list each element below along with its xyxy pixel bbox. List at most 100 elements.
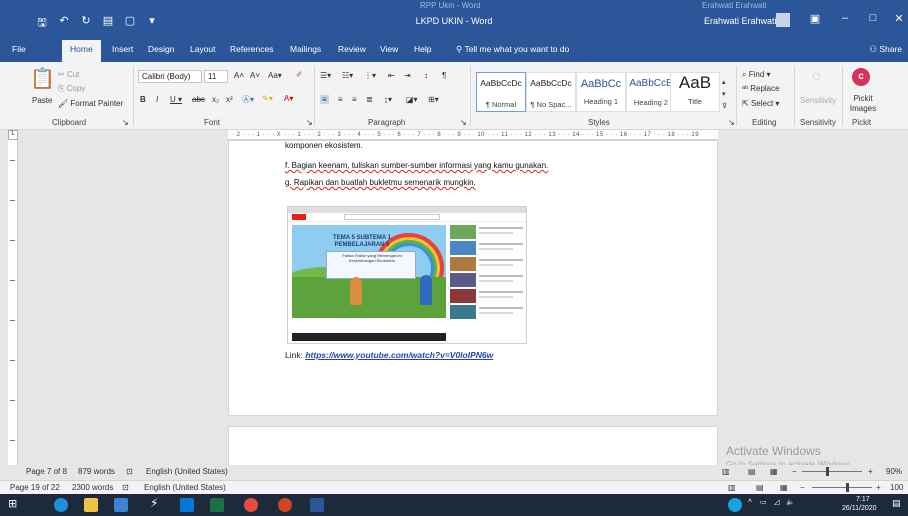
tab-insert[interactable]: Insert — [112, 44, 133, 54]
zoom-slider-thumb[interactable] — [826, 467, 829, 476]
highlight-color-icon[interactable]: ✎▾ — [262, 94, 273, 103]
embedded-youtube-screenshot[interactable]: TEMA 5 SUBTEMA 1 PEMBELAJARAN 6 Faktor-F… — [287, 206, 527, 344]
volume-icon[interactable]: 🔈 — [786, 498, 795, 506]
start-icon[interactable]: ⊞ — [8, 497, 17, 510]
sort-icon[interactable]: ↕ — [424, 71, 428, 80]
font-size-select[interactable]: 11 — [204, 70, 228, 83]
strikethrough-icon[interactable]: abc — [192, 95, 205, 104]
clock-time[interactable]: 7:17 — [856, 496, 870, 503]
next-page[interactable] — [228, 426, 718, 466]
align-center-icon[interactable]: ≡ — [338, 95, 343, 104]
line-spacing-icon[interactable]: ↨▾ — [384, 95, 392, 104]
tab-help[interactable]: Help — [414, 44, 431, 54]
edge-icon[interactable] — [54, 498, 68, 512]
word-icon[interactable] — [310, 498, 324, 512]
tab-view[interactable]: View — [380, 44, 398, 54]
ribbon-display-options-icon[interactable]: ▣ — [808, 12, 822, 25]
tab-references[interactable]: References — [230, 44, 273, 54]
replace-button[interactable]: ᵃᵇ Replace — [742, 84, 780, 93]
document-page[interactable]: komponen ekosistem. f. Bagian keenam, tu… — [228, 140, 718, 416]
styles-launcher-icon[interactable]: ↘ — [728, 118, 735, 127]
zoom-out-icon[interactable]: − — [792, 467, 797, 476]
minimize-icon[interactable]: – — [838, 12, 852, 24]
winamp-icon[interactable]: ⚡ — [150, 496, 158, 510]
clear-formatting-icon[interactable]: ✐ — [296, 70, 303, 79]
word-count[interactable]: 879 words — [78, 467, 115, 476]
zoom-slider[interactable] — [802, 471, 862, 472]
store-icon[interactable] — [114, 498, 128, 512]
tab-mailings[interactable]: Mailings — [290, 44, 321, 54]
justify-icon[interactable]: ≣ — [366, 95, 373, 104]
style-heading-1[interactable]: AaBbCc Heading 1 — [576, 72, 626, 112]
style-heading-2[interactable]: AaBbCcE Heading 2 — [626, 72, 676, 112]
tab-design[interactable]: Design — [148, 44, 174, 54]
tell-me-search[interactable]: ⚲ Tell me what you want to do — [456, 44, 569, 55]
align-right-icon[interactable]: ≡ — [352, 95, 357, 104]
superscript-icon[interactable]: x² — [226, 95, 233, 104]
print-layout-icon[interactable]: ▤ — [748, 467, 756, 476]
decrease-indent-icon[interactable]: ⇤ — [388, 71, 395, 80]
focus-mode-icon[interactable]: ▥ — [722, 467, 730, 476]
bold-icon[interactable]: B — [140, 95, 146, 104]
text-effects-icon[interactable]: Ⓐ▾ — [242, 94, 254, 105]
cut-button[interactable]: ✂ Cut — [58, 70, 79, 79]
paste-button[interactable]: Paste — [32, 96, 52, 105]
styles-scroll-up-icon[interactable]: ▴ — [722, 78, 726, 86]
maximize-icon[interactable]: □ — [866, 12, 880, 24]
subscript-icon[interactable]: x₂ — [212, 95, 219, 104]
bullets-icon[interactable]: ☰▾ — [320, 71, 331, 80]
select-button[interactable]: ⇱ Select ▾ — [742, 99, 779, 108]
copy-button[interactable]: ⎘ Copy — [58, 84, 85, 94]
file-explorer-icon[interactable] — [84, 498, 98, 512]
sensitivity-icon[interactable]: ◌ — [812, 68, 821, 85]
font-color-icon[interactable]: A▾ — [284, 94, 293, 103]
multilevel-list-icon[interactable]: ⋮▾ — [364, 71, 376, 80]
styles-more-icon[interactable]: ⊽ — [722, 102, 727, 110]
tab-file[interactable]: File — [12, 44, 26, 54]
clipboard-launcher-icon[interactable]: ↘ — [122, 118, 129, 127]
close-icon[interactable]: ✕ — [892, 12, 906, 25]
battery-icon[interactable]: ▭ — [760, 498, 767, 506]
change-case-icon[interactable]: Aa▾ — [268, 71, 282, 80]
underline-icon[interactable]: U ▾ — [170, 95, 182, 104]
shading-icon[interactable]: ◪▾ — [406, 95, 418, 104]
zoom-level[interactable]: 90% — [886, 467, 902, 476]
grow-font-icon[interactable]: A˄ — [234, 71, 244, 80]
zoom-in-icon[interactable]: + — [868, 467, 873, 476]
increase-indent-icon[interactable]: ⇥ — [404, 71, 411, 80]
youtube-link[interactable]: https://www.youtube.com/watch?v=V0loIPN6… — [305, 350, 493, 360]
photos-icon[interactable] — [180, 498, 194, 512]
find-button[interactable]: ⌕ Find ▾ — [742, 70, 771, 80]
powerpoint-icon[interactable] — [278, 498, 292, 512]
people-icon[interactable] — [728, 498, 742, 512]
tab-review[interactable]: Review — [338, 44, 366, 54]
show-formatting-icon[interactable]: ¶ — [442, 71, 446, 80]
italic-icon[interactable]: I — [156, 95, 158, 104]
notification-icon[interactable]: ▤ — [892, 498, 901, 509]
align-left-icon[interactable]: ≡ — [320, 95, 329, 104]
chrome-icon[interactable] — [244, 498, 258, 512]
language[interactable]: English (United States) — [146, 467, 228, 476]
style-no-spacing[interactable]: AaBbCcDc ¶ No Spac... — [526, 72, 576, 112]
tab-layout[interactable]: Layout — [190, 44, 216, 54]
font-launcher-icon[interactable]: ↘ — [306, 118, 313, 127]
avatar[interactable] — [776, 13, 790, 27]
styles-scroll-down-icon[interactable]: ▾ — [722, 90, 726, 98]
sensitivity-button[interactable]: Sensitivity — [800, 96, 836, 105]
horizontal-ruler[interactable]: · 2 · · · 1 · · · X · · · 1 · · · 2 · · … — [228, 130, 718, 140]
paragraph-line[interactable]: f. Bagian keenam, tuliskan sumber-sumber… — [285, 161, 548, 170]
proofing-icon[interactable]: ⊡ — [126, 467, 133, 476]
format-painter-button[interactable]: 🖌 Format Painter — [58, 99, 123, 108]
style-title[interactable]: AaB Title — [670, 72, 720, 112]
web-layout-icon[interactable]: ▦ — [770, 467, 778, 476]
vertical-ruler[interactable] — [8, 140, 18, 465]
borders-icon[interactable]: ⊞▾ — [428, 95, 439, 104]
page-count[interactable]: Page 7 of 8 — [26, 467, 67, 476]
numbering-icon[interactable]: ☷▾ — [342, 71, 353, 80]
paragraph-launcher-icon[interactable]: ↘ — [460, 118, 467, 127]
tab-selector[interactable]: L — [8, 130, 18, 140]
shrink-font-icon[interactable]: A˅ — [250, 71, 260, 80]
paragraph-line[interactable]: komponen ekosistem. — [285, 141, 363, 150]
pickit-images-button[interactable]: Pickit Images — [848, 94, 878, 114]
style-normal[interactable]: AaBbCcDc ¶ Normal — [476, 72, 526, 112]
